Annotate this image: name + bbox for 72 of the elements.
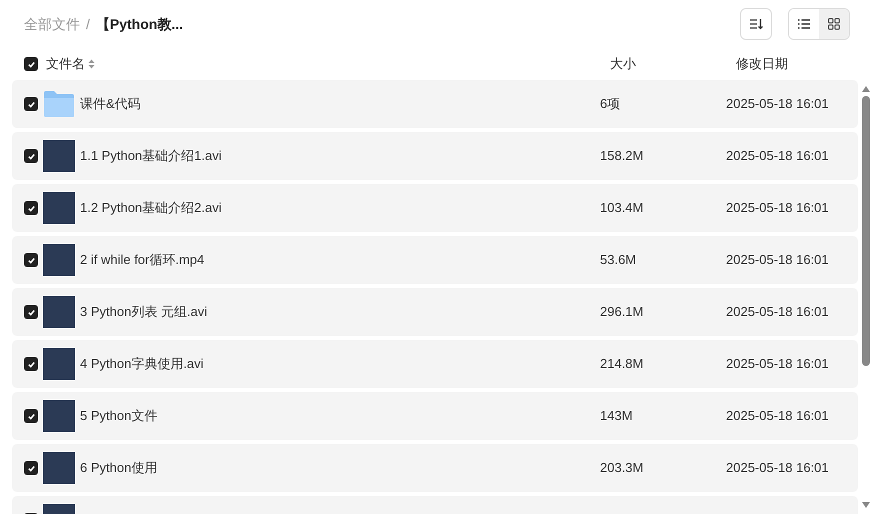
modified-date: 2025-05-18 16:01 xyxy=(726,96,829,112)
file-name[interactable]: 1.2 Python基础介绍2.avi xyxy=(80,200,222,216)
modified-date: 2025-05-18 16:01 xyxy=(726,252,829,268)
grid-icon xyxy=(828,18,840,30)
check-icon xyxy=(26,204,36,212)
thumbnail-placeholder xyxy=(43,140,75,172)
check-icon xyxy=(26,60,36,68)
file-row[interactable]: 3 Python列表 元组.avi 296.1M 2025-05-18 16:01 xyxy=(12,288,858,336)
file-size: 203.3M xyxy=(600,460,644,476)
file-row[interactable]: 课件&代码 6项 2025-05-18 16:01 xyxy=(12,80,858,128)
check-icon xyxy=(26,256,36,264)
list-icon xyxy=(798,19,810,29)
check-icon xyxy=(26,464,36,472)
file-size: 214.8M xyxy=(600,356,644,372)
scrollbar-thumb[interactable] xyxy=(862,96,870,366)
thumbnail-placeholder xyxy=(43,192,75,224)
file-size: 296.1M xyxy=(600,304,644,320)
file-row[interactable]: 1.2 Python基础介绍2.avi 103.4M 2025-05-18 16:01 xyxy=(12,184,858,232)
file-size: 158.2M xyxy=(600,148,644,164)
file-name[interactable]: 5 Python文件 xyxy=(80,408,158,424)
modified-date: 2025-05-18 16:01 xyxy=(726,148,829,164)
grid-view-button[interactable] xyxy=(819,9,849,39)
file-row[interactable]: 4 Python字典使用.avi 214.8M 2025-05-18 16:01 xyxy=(12,340,858,388)
sort-lines-icon xyxy=(749,18,763,30)
checkbox[interactable] xyxy=(24,57,38,71)
file-name[interactable]: 1.1 Python基础介绍1.avi xyxy=(80,148,222,164)
file-row[interactable]: 2 if while for循环.mp4 53.6M 2025-05-18 16:01 xyxy=(12,236,858,284)
check-icon xyxy=(26,308,36,316)
file-row[interactable]: 6 Python使用 203.3M 2025-05-18 16:01 xyxy=(12,444,858,492)
file-size: 53.6M xyxy=(600,252,636,268)
modified-date: 2025-05-18 16:01 xyxy=(726,304,829,320)
file-name[interactable]: 课件&代码 xyxy=(80,96,141,112)
file-size: 103.4M xyxy=(600,200,644,216)
thumbnail-placeholder xyxy=(43,244,75,276)
thumbnail-placeholder xyxy=(43,348,75,380)
file-name[interactable]: 3 Python列表 元组.avi xyxy=(80,304,208,320)
file-size: 143M xyxy=(600,408,633,424)
checkbox[interactable] xyxy=(24,357,38,371)
check-icon xyxy=(26,360,36,368)
check-icon xyxy=(26,152,36,160)
file-name[interactable]: 6 Python使用 xyxy=(80,460,158,476)
column-header[interactable]: 修改日期 xyxy=(736,54,788,74)
file-name[interactable]: 2 if while for循环.mp4 xyxy=(80,252,204,268)
scroll-down-arrow-icon[interactable] xyxy=(862,502,870,508)
checkbox[interactable] xyxy=(24,201,38,215)
breadcrumb-item[interactable]: 【Python教... xyxy=(96,14,184,34)
file-name[interactable]: 4 Python字典使用.avi xyxy=(80,356,204,372)
file-row[interactable]: 5 Python文件 143M 2025-05-18 16:01 xyxy=(12,392,858,440)
checkbox[interactable] xyxy=(24,305,38,319)
check-icon xyxy=(26,412,36,420)
thumbnail-placeholder xyxy=(43,296,75,328)
folder-icon xyxy=(43,90,75,118)
modified-date: 2025-05-18 16:01 xyxy=(726,408,829,424)
modified-date: 2025-05-18 16:01 xyxy=(726,460,829,476)
check-icon xyxy=(26,100,36,108)
checkbox[interactable] xyxy=(24,409,38,423)
file-row[interactable]: 1.1 Python基础介绍1.avi 158.2M 2025-05-18 16:01 xyxy=(12,132,858,180)
modified-date: 2025-05-18 16:01 xyxy=(726,356,829,372)
thumbnail-placeholder xyxy=(43,452,75,484)
checkbox[interactable] xyxy=(24,253,38,267)
breadcrumb-separator: / xyxy=(86,14,90,34)
file-size: 6项 xyxy=(600,96,620,112)
sort-icon xyxy=(88,59,95,69)
scroll-up-arrow-icon[interactable] xyxy=(862,86,870,92)
sort-button[interactable] xyxy=(740,8,772,40)
checkbox[interactable] xyxy=(24,149,38,163)
thumbnail-placeholder xyxy=(43,400,75,432)
modified-date: 2025-05-18 16:01 xyxy=(726,200,829,216)
column-header[interactable]: 文件名 xyxy=(46,54,95,74)
checkbox[interactable] xyxy=(24,461,38,475)
checkbox[interactable] xyxy=(24,97,38,111)
column-header[interactable]: 大小 xyxy=(610,54,636,74)
